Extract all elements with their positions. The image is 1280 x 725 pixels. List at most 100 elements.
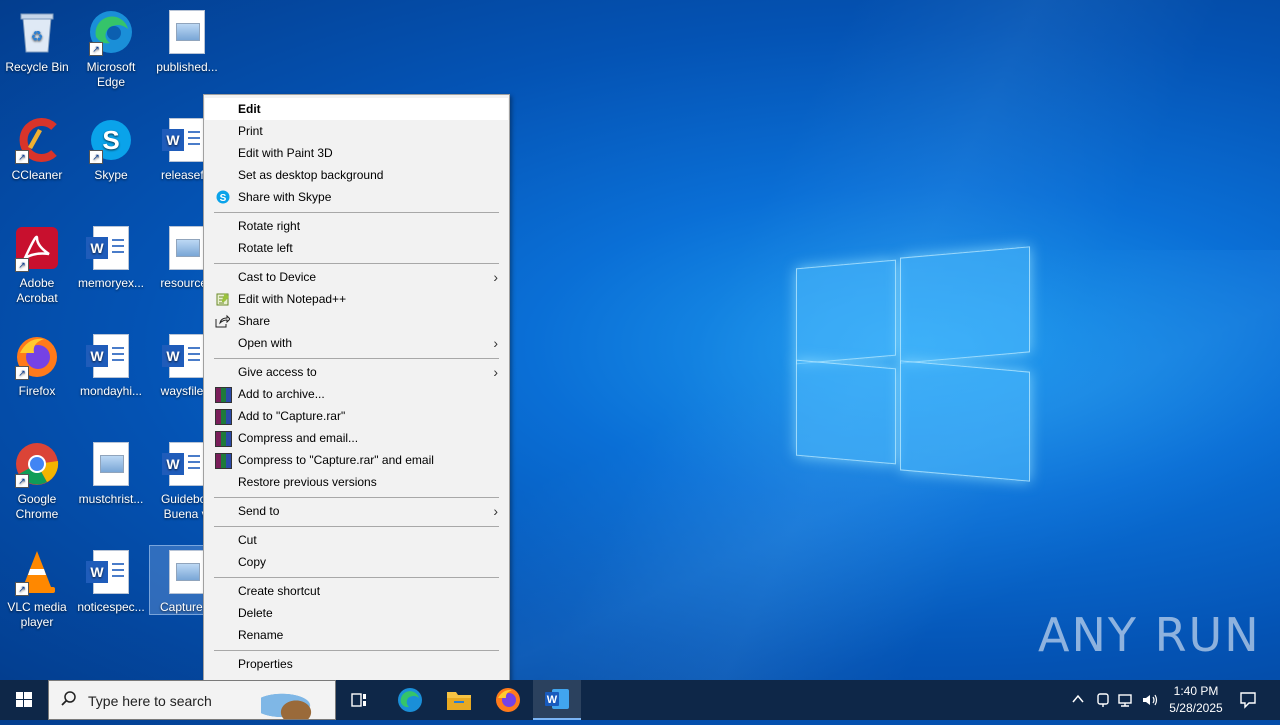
winrar-icon: [215, 387, 232, 403]
desktop-icon-label: mondayhi...: [79, 384, 143, 398]
desktop-icon-google-chrome[interactable]: ↗ Google Chrome: [0, 440, 74, 522]
menu-item-copy[interactable]: Copy: [205, 551, 508, 573]
network-icon: [1118, 694, 1132, 707]
menu-separator: [214, 650, 499, 651]
desktop-icon-label: Firefox: [18, 384, 56, 398]
desktop-icon-memoryex[interactable]: W memoryex...: [74, 224, 148, 291]
taskbar: Type here to search W 1:40 PM 5/28/2025: [0, 680, 1280, 720]
desktop-icon-edge[interactable]: ↗ Microsoft Edge: [74, 8, 148, 90]
tray-volume-button[interactable]: [1141, 692, 1159, 711]
menu-item-edit-notepadpp[interactable]: Edit with Notepad++: [205, 288, 508, 310]
desktop-icon-label: VLC media player: [7, 600, 67, 629]
menu-item-cast-to-device[interactable]: Cast to Device ›: [205, 266, 508, 288]
task-view-button[interactable]: [336, 680, 384, 720]
chrome-icon: ↗: [13, 440, 61, 488]
desktop-icon-mondayhi[interactable]: W mondayhi...: [74, 332, 148, 399]
desktop-icon-label: CCleaner: [11, 168, 63, 182]
desktop-icon-label: published...: [156, 60, 218, 74]
menu-item-rotate-left[interactable]: Rotate left: [205, 237, 508, 259]
desktop-icon-vlc[interactable]: ↗ VLC media player: [0, 548, 74, 630]
menu-item-send-to[interactable]: Send to ›: [205, 500, 508, 522]
menu-item-edit[interactable]: Edit: [205, 98, 508, 120]
desktop-icon-published[interactable]: published...: [150, 8, 224, 75]
ccleaner-icon: ↗: [13, 116, 61, 164]
menu-item-edit-paint3d[interactable]: Edit with Paint 3D: [205, 142, 508, 164]
menu-item-set-desktop-background[interactable]: Set as desktop background: [205, 164, 508, 186]
firefox-icon: [496, 688, 520, 712]
taskbar-firefox-button[interactable]: [484, 680, 532, 720]
menu-separator: [214, 263, 499, 264]
menu-item-give-access[interactable]: Give access to ›: [205, 361, 508, 383]
search-highlight-illustration: [261, 685, 331, 719]
taskbar-search-box[interactable]: Type here to search: [48, 680, 336, 720]
word-file-icon: W: [86, 548, 135, 596]
desktop-icon-label: Google Chrome: [15, 492, 59, 521]
desktop-icon-label: Skype: [94, 168, 128, 182]
desktop-icon-recycle-bin[interactable]: ♻ Recycle Bin: [0, 8, 74, 75]
desktop-icon-adobe-acrobat[interactable]: ↗ Adobe Acrobat: [0, 224, 74, 306]
taskbar-clock[interactable]: 1:40 PM 5/28/2025: [1160, 683, 1232, 717]
firefox-icon: ↗: [13, 332, 61, 380]
menu-item-share-skype[interactable]: S Share with Skype: [205, 186, 508, 208]
svg-text:S: S: [102, 125, 119, 155]
menu-item-add-to-capture-rar[interactable]: Add to "Capture.rar": [205, 405, 508, 427]
desktop-icon-noticespec[interactable]: W noticespec...: [74, 548, 148, 615]
anyrun-watermark: ANY RUN: [1038, 608, 1261, 662]
acrobat-icon: ↗: [13, 224, 61, 272]
file-explorer-icon: [447, 692, 471, 710]
word-icon: W: [545, 689, 569, 709]
menu-item-open-with[interactable]: Open with ›: [205, 332, 508, 354]
svg-text:S: S: [219, 193, 226, 204]
desktop-icon-firefox[interactable]: ↗ Firefox: [0, 332, 74, 399]
desktop-icon-label: memoryex...: [77, 276, 144, 290]
chevron-right-icon: ›: [493, 269, 498, 285]
menu-item-restore-previous-versions[interactable]: Restore previous versions: [205, 471, 508, 493]
edge-icon: [398, 688, 422, 712]
menu-item-create-shortcut[interactable]: Create shortcut: [205, 580, 508, 602]
windows-start-icon: [16, 692, 32, 707]
menu-item-cut[interactable]: Cut: [205, 529, 508, 551]
menu-item-delete[interactable]: Delete: [205, 602, 508, 624]
clock-date: 5/28/2025: [1169, 701, 1223, 715]
context-menu: Edit Print Edit with Paint 3D Set as des…: [203, 94, 510, 682]
menu-item-share[interactable]: Share: [205, 310, 508, 332]
action-center-button[interactable]: [1234, 680, 1262, 720]
menu-item-compress-to-capture-rar-email[interactable]: Compress to "Capture.rar" and email: [205, 449, 508, 471]
menu-separator: [214, 212, 499, 213]
menu-item-rename[interactable]: Rename: [205, 624, 508, 646]
menu-separator: [214, 358, 499, 359]
winrar-icon: [215, 453, 232, 469]
menu-item-rotate-right[interactable]: Rotate right: [205, 215, 508, 237]
word-file-icon: W: [86, 224, 135, 272]
start-button[interactable]: [0, 680, 48, 720]
skype-icon: S: [215, 190, 230, 204]
show-hidden-icons-button[interactable]: [1070, 692, 1086, 709]
word-file-icon: W: [86, 332, 135, 380]
winrar-icon: [215, 409, 232, 425]
desktop-icon-label: Microsoft Edge: [86, 60, 136, 89]
taskbar-file-explorer-button[interactable]: [435, 680, 483, 720]
taskbar-edge-button[interactable]: [386, 680, 434, 720]
taskbar-word-button[interactable]: W: [533, 680, 581, 720]
task-view-icon: [351, 693, 366, 707]
desktop-icon-ccleaner[interactable]: ↗ CCleaner: [0, 116, 74, 183]
volume-icon: [1143, 694, 1158, 706]
desktop-icon-label: noticespec...: [77, 600, 145, 614]
menu-separator: [214, 497, 499, 498]
tray-network-button[interactable]: [1117, 692, 1135, 711]
chevron-right-icon: ›: [493, 335, 498, 351]
menu-item-print[interactable]: Print: [205, 120, 508, 142]
clock-time: 1:40 PM: [1173, 684, 1219, 698]
desktop-icon-skype[interactable]: S ↗ Skype: [74, 116, 148, 183]
svg-text:W: W: [547, 694, 558, 706]
desktop-icon-mustchrist[interactable]: mustchrist...: [74, 440, 148, 507]
search-icon: [61, 691, 77, 712]
edge-icon: ↗: [87, 8, 135, 56]
menu-item-add-to-archive[interactable]: Add to archive...: [205, 383, 508, 405]
menu-item-properties[interactable]: Properties: [205, 653, 508, 675]
notification-icon: [1240, 692, 1256, 709]
menu-item-compress-and-email[interactable]: Compress and email...: [205, 427, 508, 449]
winrar-icon: [215, 431, 232, 447]
tray-device-icon[interactable]: [1094, 692, 1112, 711]
chevron-right-icon: ›: [493, 503, 498, 519]
